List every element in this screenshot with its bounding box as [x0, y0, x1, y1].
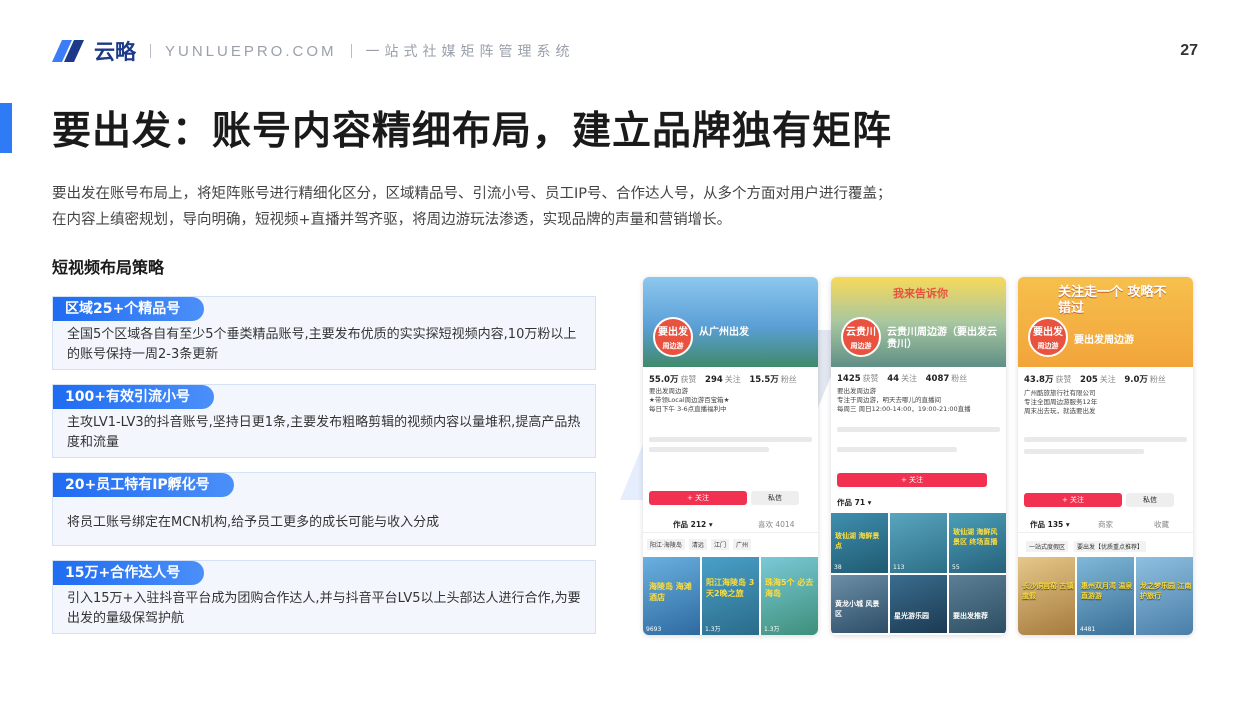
chip[interactable]: 阳江·海陵岛	[647, 539, 685, 550]
strategy-body: 主攻LV1-LV3的抖音账号,坚持日更1条,主要发布粗略剪辑的视频内容以量堆积,…	[67, 415, 581, 450]
page-title: 要出发：账号内容精细布局，建立品牌独有矩阵	[52, 109, 893, 154]
tab-works[interactable]: 作品 71 ▾	[837, 497, 871, 508]
profile-stats: 1425 获赞 44 关注 4087 粉丝	[837, 374, 968, 384]
page-number: 27	[1180, 42, 1198, 59]
placeholder-line	[837, 427, 1000, 432]
content-tabs: 作品 212 ▾ 喜欢 4014	[643, 517, 818, 533]
avatar: 要出发 周边游	[1028, 317, 1068, 357]
content-tabs: 作品 135 ▾ 商家 收藏	[1018, 517, 1193, 533]
collection-chips: 阳江·海陵岛 清远 江门 广州	[647, 539, 751, 550]
title-accent-bar	[0, 103, 12, 153]
video-grid: 玻仙湖 海鲜景点 38 113 玻仙湖 海鲜风景区 终场直播 55 黄龙小城 风…	[831, 513, 1006, 633]
video-thumbnail[interactable]: 玻仙湖 海鲜风景区 终场直播 55	[949, 513, 1006, 573]
video-thumbnail[interactable]: 阳江海陵岛 3天2晚之旅 1.3万	[702, 557, 759, 635]
placeholder-line	[649, 437, 812, 442]
tab-favorites[interactable]: 收藏	[1154, 519, 1169, 530]
intro-paragraph: 要出发在账号布局上，将矩阵账号进行精细化区分，区域精品号、引流小号、员工IP号、…	[52, 181, 1012, 233]
brand-logo-icon	[52, 38, 88, 64]
video-thumbnail[interactable]: 113	[890, 513, 947, 573]
phone-screenshot: 我来告诉你 云贵川 周边游 云贵川周边游（要出发云贵川） 1425 获赞 44 关注 …	[831, 277, 1006, 635]
message-button[interactable]: 私信	[751, 491, 799, 505]
intro-line: 要出发在账号布局上，将矩阵账号进行精细化区分，区域精品号、引流小号、员工IP号、…	[52, 186, 892, 202]
content-tabs: 作品 71 ▾	[831, 495, 1006, 511]
profile-stats: 43.8万 获赞 205 关注 9.0万 粉丝	[1024, 375, 1166, 385]
placeholder-line	[1024, 437, 1187, 442]
profile-stats: 55.0万 获赞 294 关注 15.5万 粉丝	[649, 375, 797, 385]
chip[interactable]: 广州	[732, 539, 751, 550]
follow-button[interactable]: + 关注	[837, 473, 987, 487]
tab-works[interactable]: 作品 135 ▾	[1030, 519, 1070, 530]
profile-name: 云贵川周边游（要出发云贵川）	[887, 327, 997, 350]
profile-bio: 要出发周边游 专注于周边游，明天去哪儿的直播间 每周三 周日12:00-14:00，…	[837, 387, 971, 413]
phone-screenshot: 要出发 周边游 从广州出发 55.0万 获赞 294 关注 15.5万 粉丝 要出发周边…	[643, 277, 818, 635]
strategy-body: 引入15万+入驻抖音平台成为团购合作达人,并与抖音平台LV5以上头部达人进行合作…	[67, 591, 581, 626]
strategy-tag: 区域25+个精品号	[53, 297, 205, 321]
banner-text: 我来告诉你	[893, 287, 948, 300]
strategy-body: 将员工账号绑定在MCN机构,给予员工更多的成长可能与收入分成	[67, 515, 440, 530]
placeholder-line	[649, 447, 769, 452]
intro-line: 在内容上缜密规划，导向明确，短视频+直播并驾齐驱，将周边游玩法渗透，实现品牌的声…	[52, 212, 732, 228]
placeholder-line	[1024, 449, 1144, 454]
strategy-tag: 100+有效引流小号	[53, 385, 214, 409]
placeholder-line	[837, 447, 957, 452]
brand-name: 云略	[94, 40, 136, 64]
video-grid: 海陵岛 海滩酒店 9693 阳江海陵岛 3天2晚之旅 1.3万 珠海5个 必去海…	[643, 557, 818, 635]
avatar: 云贵川 周边游	[841, 317, 881, 357]
video-thumbnail[interactable]: 要出发推荐	[949, 575, 1006, 633]
avatar: 要出发 周边游	[653, 317, 693, 357]
message-button[interactable]: 私信	[1126, 493, 1174, 507]
chip[interactable]: 江门	[710, 539, 729, 550]
section-heading: 短视频布局策略	[52, 258, 165, 277]
profile-name: 从广州出发	[699, 327, 749, 338]
site-url: YUNLUEPRO.COM	[165, 42, 337, 60]
header-divider	[350, 44, 352, 58]
strategy-tag: 20+员工特有IP孵化号	[53, 473, 234, 497]
tab-shop[interactable]: 商家	[1098, 519, 1113, 530]
video-thumbnail[interactable]: 星光游乐园	[890, 575, 947, 633]
chip[interactable]: 要出发【优质重点推荐】	[1074, 541, 1147, 552]
video-thumbnail[interactable]: 玻仙湖 海鲜景点 38	[831, 513, 888, 573]
strategy-body: 全国5个区域各自有至少5个垂类精品账号,主要发布优质的实实探短视频内容,10万粉…	[67, 327, 577, 362]
video-thumbnail[interactable]: 长沙铜官窑 古镇度假	[1018, 557, 1075, 635]
tab-likes[interactable]: 喜欢 4014	[758, 519, 794, 530]
profile-bio: 广州酷旅旅行社有限公司 专注全国周边游服务12年 周末出去玩，就选要出发	[1024, 389, 1098, 415]
follow-button[interactable]: + 关注	[1024, 493, 1122, 507]
strategy-card: 20+员工特有IP孵化号 将员工账号绑定在MCN机构,给予员工更多的成长可能与收…	[52, 472, 596, 546]
profile-bio: 要出发周边游 ★带领Local周边游百宝箱★ 每日下午 3-6点直播福利中	[649, 387, 730, 413]
video-thumbnail[interactable]: 黄龙小城 风景区	[831, 575, 888, 633]
video-grid: 长沙铜官窑 古镇度假 惠州双月湾 温泉直游游 4481 龙之梦乐园 江南护旅行	[1018, 557, 1193, 635]
chip[interactable]: 清远	[688, 539, 707, 550]
collection-chips: 一站式度假区 要出发【优质重点推荐】	[1026, 541, 1147, 552]
follow-button[interactable]: + 关注	[649, 491, 747, 505]
chip[interactable]: 一站式度假区	[1026, 541, 1069, 552]
profile-name: 要出发周边游	[1074, 335, 1134, 346]
strategy-card: 100+有效引流小号 主攻LV1-LV3的抖音账号,坚持日更1条,主要发布粗略剪…	[52, 384, 596, 458]
strategy-card: 15万+合作达人号 引入15万+入驻抖音平台成为团购合作达人,并与抖音平台LV5…	[52, 560, 596, 634]
video-thumbnail[interactable]: 珠海5个 必去海岛 1.3万	[761, 557, 818, 635]
video-thumbnail[interactable]: 龙之梦乐园 江南护旅行	[1136, 557, 1193, 635]
tab-works[interactable]: 作品 212 ▾	[673, 519, 713, 530]
slogan: 一站式社媒矩阵管理系统	[365, 44, 575, 60]
strategy-card: 区域25+个精品号 全国5个区域各自有至少5个垂类精品账号,主要发布优质的实实探…	[52, 296, 596, 370]
video-thumbnail[interactable]: 海陵岛 海滩酒店 9693	[643, 557, 700, 635]
banner-text: 关注走一个 攻略不错过	[1058, 285, 1167, 316]
header-divider	[150, 44, 151, 58]
phone-screenshot: 关注走一个 攻略不错过 要出发 周边游 要出发周边游 43.8万 获赞 205 关注 …	[1018, 277, 1193, 635]
strategy-tag: 15万+合作达人号	[53, 561, 205, 585]
video-thumbnail[interactable]: 惠州双月湾 温泉直游游 4481	[1077, 557, 1134, 635]
header: 云略 YUNLUEPRO.COM 一站式社媒矩阵管理系统	[52, 36, 575, 66]
